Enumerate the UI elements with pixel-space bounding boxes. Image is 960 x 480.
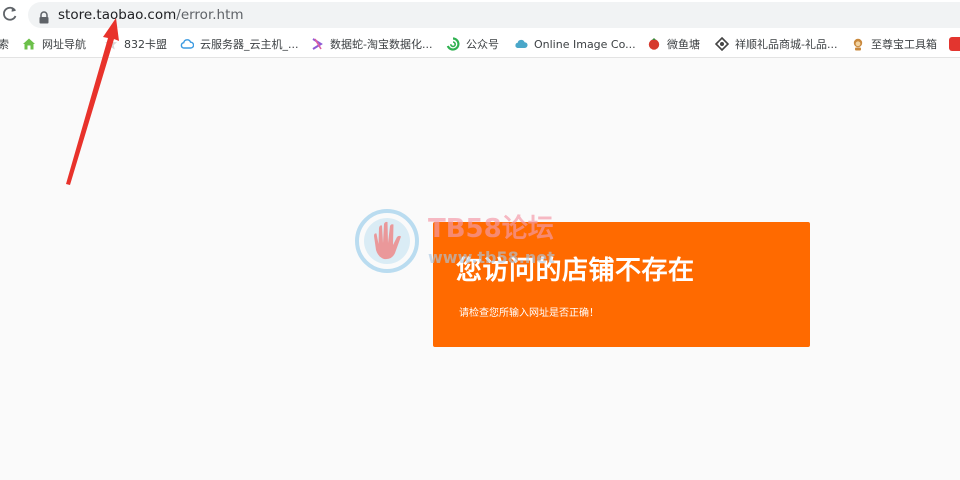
bookmark-label: 索: [0, 36, 9, 52]
bookmark-item[interactable]: 数据蛇-淘宝数据化...: [310, 36, 432, 52]
bookmark-label: 公众号: [466, 38, 499, 51]
reload-icon[interactable]: [0, 4, 20, 24]
watermark-site: www.tb58.net: [428, 248, 555, 267]
fish-icon: [648, 38, 660, 50]
bookmark-label: 云服务器_云主机_...: [200, 38, 299, 51]
bookmark-item[interactable]: 公众号: [446, 36, 499, 52]
watermark-brand: TB58论坛: [428, 214, 554, 244]
wechat-icon: [446, 37, 460, 51]
bookmark-label: 832卡盟: [124, 38, 167, 51]
bookmark-label: Online Image Co...: [534, 37, 636, 51]
browser-toolbar: store.taobao.com/error.htm: [0, 0, 960, 30]
image-converter-icon: [515, 39, 528, 48]
monkey-icon: [853, 38, 863, 51]
bookmark-overflow-item[interactable]: [949, 36, 960, 52]
bookmark-label: 网址导航: [42, 38, 86, 51]
bookmark-item[interactable]: Online Image Co...: [514, 36, 636, 52]
gift-icon: [715, 37, 729, 51]
watermark-hand-logo: [352, 206, 422, 276]
bookmark-item[interactable]: 微鱼塘: [647, 36, 700, 52]
cloud-icon: [180, 39, 194, 49]
bookmark-app-icon: [949, 37, 960, 51]
bookmark-label: 祥顺礼品商城-礼品...: [735, 38, 838, 51]
bookmark-item[interactable]: 832卡盟: [104, 36, 167, 52]
url-host: store.taobao.com: [58, 7, 177, 23]
bookmark-item[interactable]: 索: [0, 36, 9, 52]
url-text[interactable]: store.taobao.com/error.htm: [58, 6, 244, 24]
address-bar[interactable]: store.taobao.com/error.htm: [28, 2, 960, 28]
error-message: 请检查您所输入网址是否正确！: [459, 308, 599, 319]
house-icon: [23, 38, 35, 50]
lock-icon[interactable]: [38, 9, 50, 24]
bookmark-item[interactable]: 祥顺礼品商城-礼品...: [715, 36, 837, 52]
watermark: TB58论坛 www.tb58.net: [352, 206, 602, 276]
url-path: /error.htm: [176, 7, 244, 23]
bookmark-label: 至尊宝工具箱: [871, 38, 937, 51]
bookmark-label: 数据蛇-淘宝数据化...: [330, 38, 433, 51]
bookmark-item[interactable]: 网址导航: [22, 36, 86, 52]
bookmarks-bar: 索 网址导航 832卡盟 云服务器_云主机_... 数据蛇-淘宝数据化... 公…: [0, 30, 960, 58]
snake-icon: [312, 38, 323, 50]
bookmark-item[interactable]: 至尊宝工具箱: [851, 36, 937, 52]
star-icon: [105, 38, 117, 50]
bookmark-label: 微鱼塘: [667, 38, 700, 51]
bookmark-item[interactable]: 云服务器_云主机_...: [180, 36, 299, 52]
